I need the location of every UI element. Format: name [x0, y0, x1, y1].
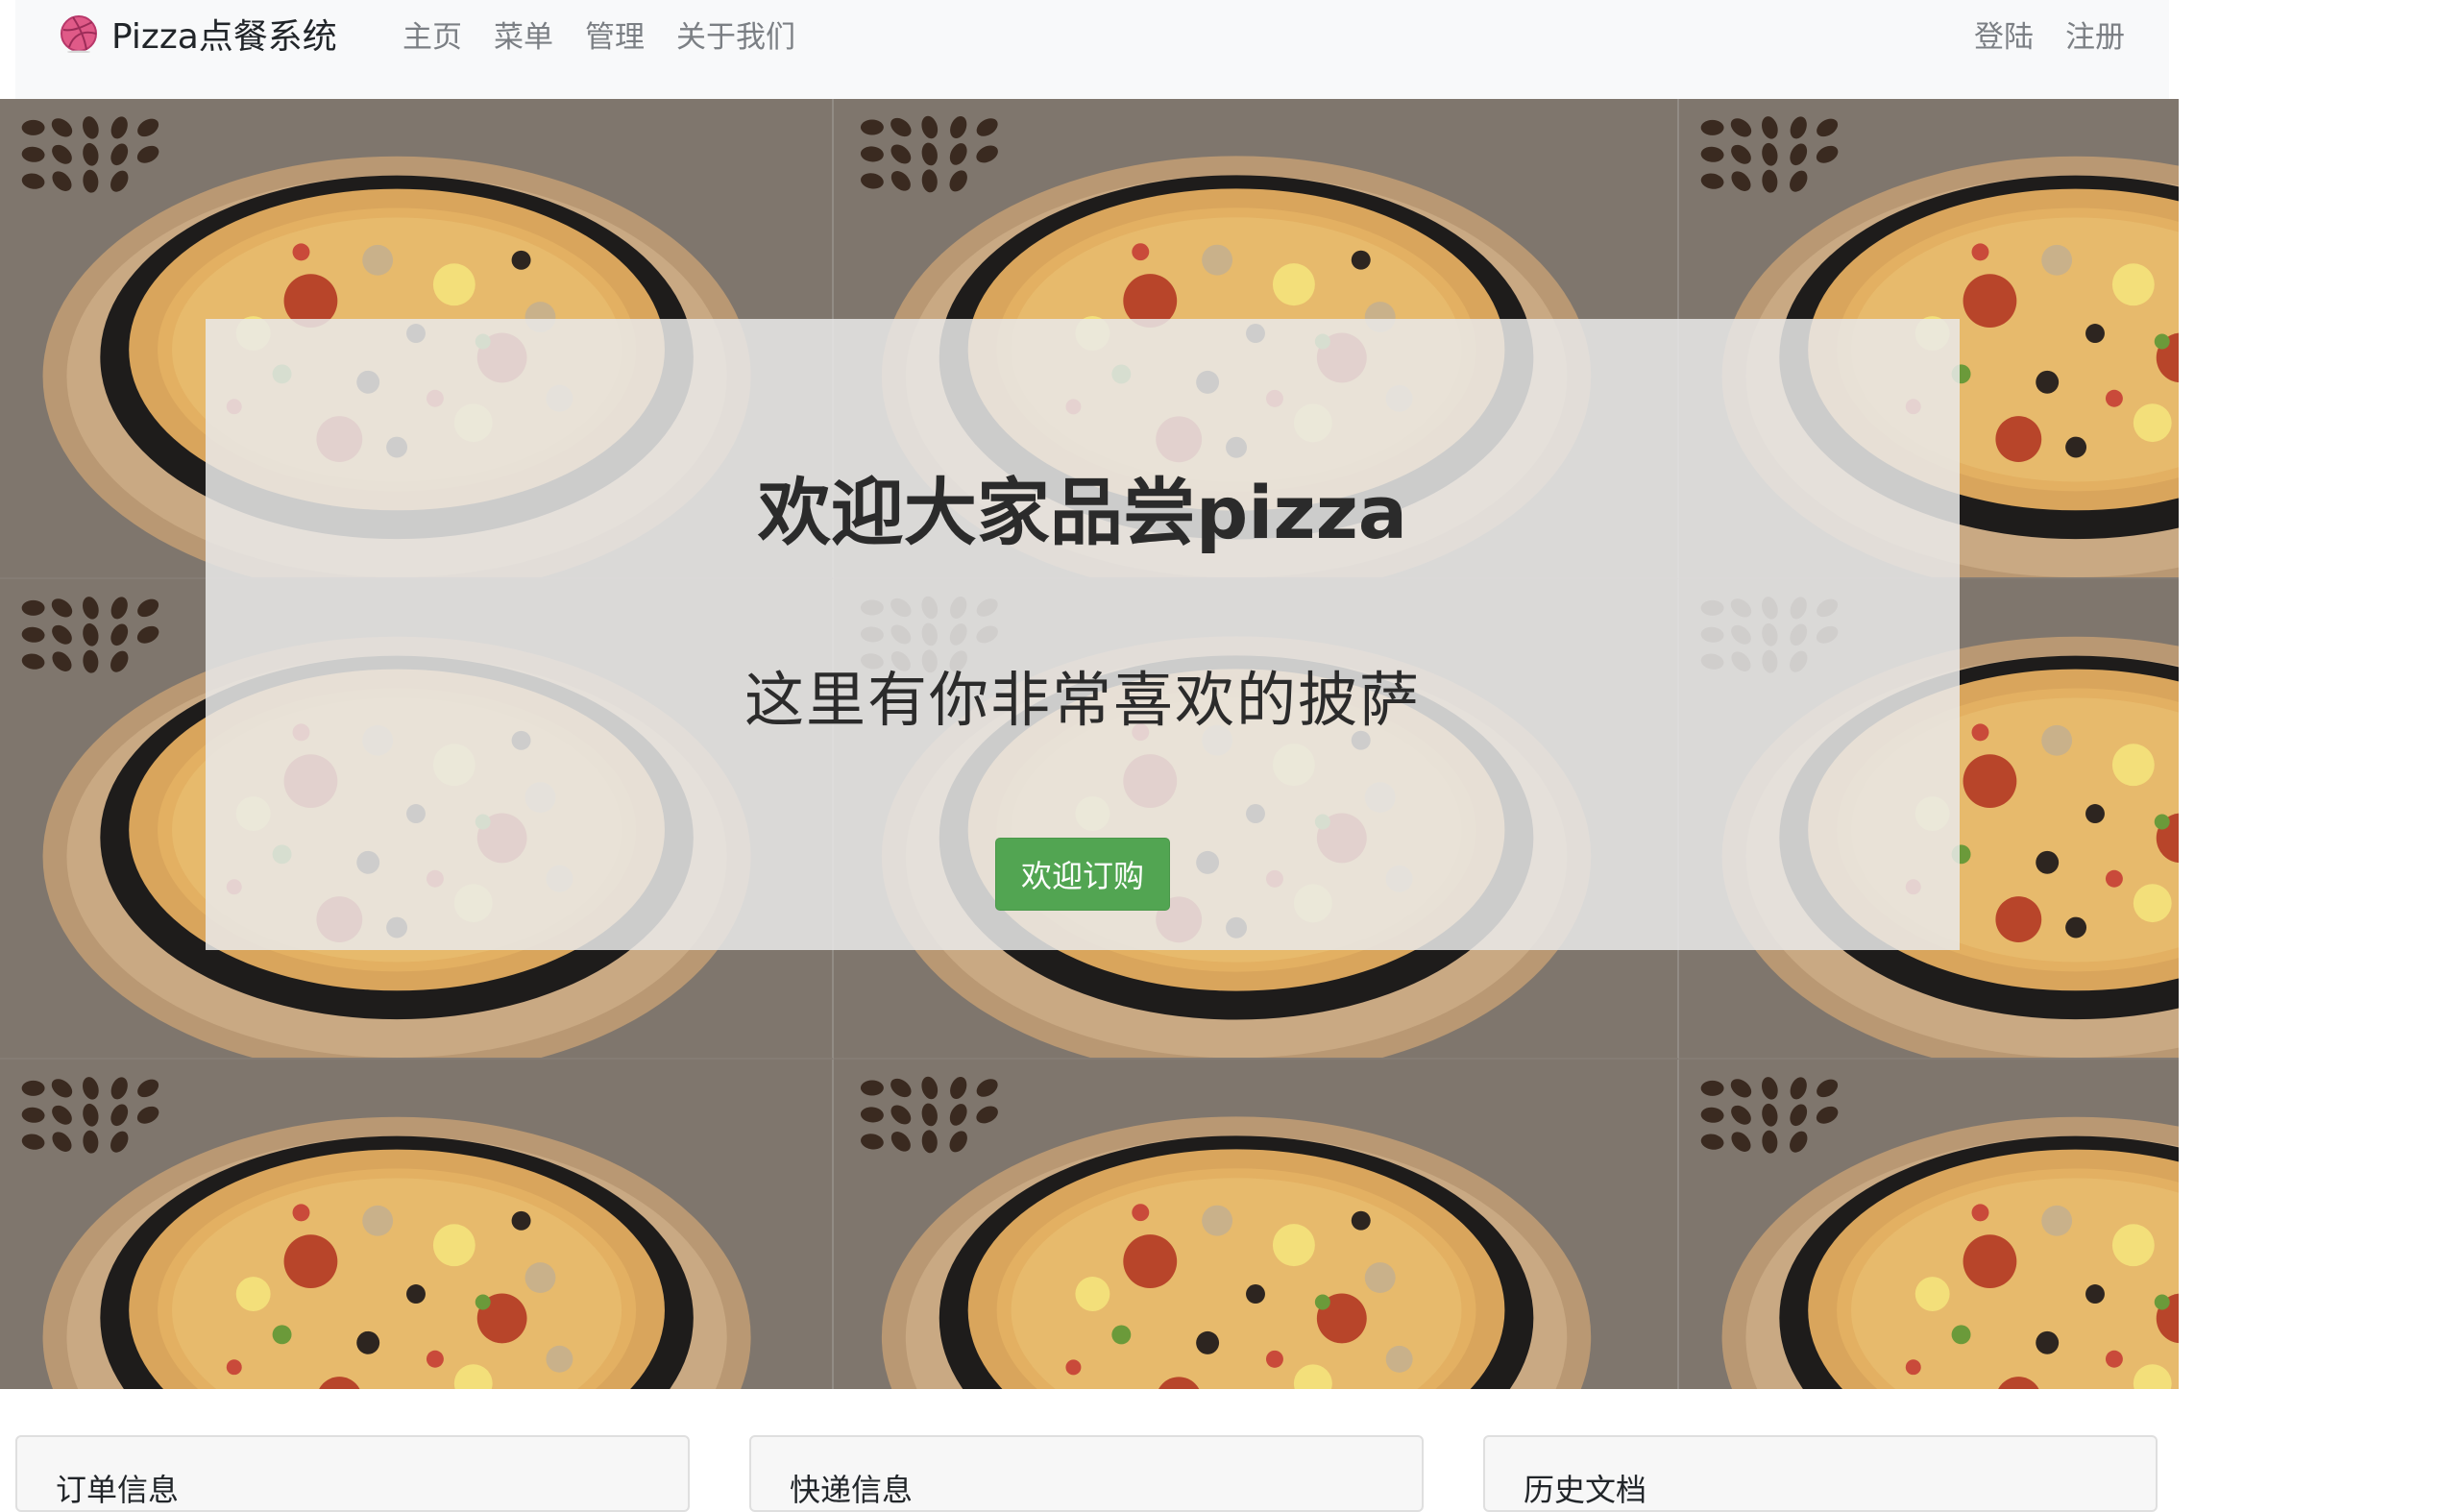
brand-name: Pizza点餐系统 — [111, 17, 337, 57]
welcome-jumbotron: 欢迎大家品尝pizza 这里有你非常喜欢的披萨 欢迎订购 — [206, 319, 1960, 950]
navbar: Pizza点餐系统 主页 菜单 管理 关于我们 登陆 注册 — [15, 0, 2169, 99]
brand[interactable]: Pizza点餐系统 — [60, 0, 337, 67]
nav-links: 主页 菜单 管理 关于我们 — [402, 0, 827, 67]
delivery-info-card: 快递信息 — [749, 1435, 1424, 1512]
card-header: 订单信息 — [56, 1472, 180, 1508]
pizza-image — [834, 1060, 1679, 1389]
history-docs-card: 历史文档 — [1483, 1435, 2158, 1512]
welcome-subtitle: 这里有你非常喜欢的披萨 — [744, 665, 1421, 735]
order-info-card: 订单信息 — [15, 1435, 690, 1512]
card-header: 历史文档 — [1524, 1472, 1647, 1508]
nav-link-admin[interactable]: 管理 — [585, 12, 645, 56]
card-header: 快递信息 — [790, 1472, 914, 1508]
nav-link-home[interactable]: 主页 — [402, 12, 462, 56]
order-button[interactable]: 欢迎订购 — [995, 838, 1170, 911]
nav-link-about[interactable]: 关于我们 — [676, 12, 795, 56]
register-link[interactable]: 注册 — [2065, 12, 2125, 56]
nav-auth-links: 登陆 注册 — [1942, 0, 2125, 67]
welcome-title: 欢迎大家品尝pizza — [757, 470, 1408, 555]
nav-link-menu[interactable]: 菜单 — [494, 12, 553, 56]
pizza-image — [1679, 1060, 2179, 1389]
dribbble-ball-icon — [61, 15, 97, 53]
login-link[interactable]: 登陆 — [1974, 12, 2034, 56]
pizza-image — [0, 1060, 834, 1389]
